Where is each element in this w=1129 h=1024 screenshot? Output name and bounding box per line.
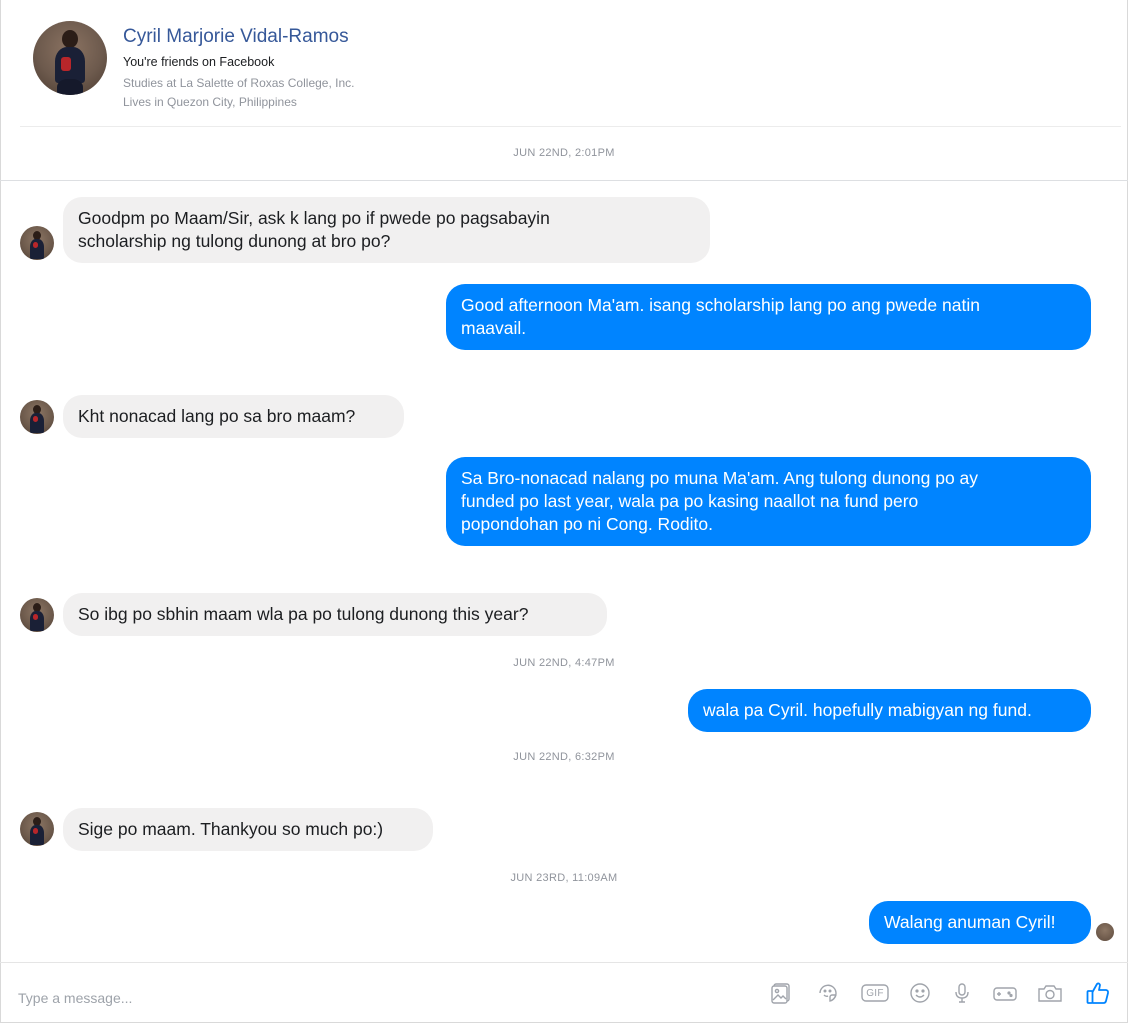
message-bubble-incoming[interactable]: Sige po maam. Thankyou so much po:) <box>63 808 433 851</box>
profile-avatar[interactable] <box>33 21 107 95</box>
timestamp: JUN 23RD, 11:09AM <box>510 872 618 884</box>
timestamp: JUN 22ND, 2:01PM <box>513 147 615 159</box>
photo-icon[interactable] <box>766 978 796 1008</box>
timestamp: JUN 22ND, 4:47PM <box>513 657 615 669</box>
contact-avatar[interactable] <box>20 400 54 434</box>
seen-avatar <box>1096 923 1114 941</box>
profile-header: Cyril Marjorie Vidal-Ramos You're friend… <box>20 0 1121 127</box>
contact-avatar[interactable] <box>20 226 54 260</box>
emoji-icon[interactable] <box>905 978 935 1008</box>
gif-label: GIF <box>866 987 884 999</box>
message-bubble-outgoing[interactable]: Sa Bro-nonacad nalang po muna Ma'am. Ang… <box>446 457 1091 546</box>
message-input[interactable] <box>18 987 618 1009</box>
message-bubble-outgoing[interactable]: Walang anuman Cyril! <box>869 901 1091 944</box>
timestamp: JUN 22ND, 6:32PM <box>513 751 615 763</box>
message-bubble-incoming[interactable]: Goodpm po Maam/Sir, ask k lang po if pwe… <box>63 197 710 263</box>
contact-name[interactable]: Cyril Marjorie Vidal-Ramos <box>123 26 349 48</box>
sticker-icon[interactable] <box>813 978 843 1008</box>
game-icon[interactable] <box>990 978 1020 1008</box>
divider <box>0 180 1128 181</box>
like-icon[interactable] <box>1083 978 1113 1008</box>
message-bubble-outgoing[interactable]: Good afternoon Ma'am. isang scholarship … <box>446 284 1091 350</box>
studies-info: Studies at La Salette of Roxas College, … <box>123 76 355 90</box>
message-bubble-incoming[interactable]: So ibg po sbhin maam wla pa po tulong du… <box>63 593 607 636</box>
contact-avatar[interactable] <box>20 812 54 846</box>
message-composer: GIF <box>0 962 1128 1023</box>
gif-icon[interactable]: GIF <box>860 978 890 1008</box>
message-bubble-outgoing[interactable]: wala pa Cyril. hopefully mabigyan ng fun… <box>688 689 1091 732</box>
message-bubble-incoming[interactable]: Kht nonacad lang po sa bro maam? <box>63 395 404 438</box>
camera-icon[interactable] <box>1035 978 1065 1008</box>
friend-status: You're friends on Facebook <box>123 55 275 69</box>
microphone-icon[interactable] <box>947 978 977 1008</box>
location-info: Lives in Quezon City, Philippines <box>123 95 297 109</box>
contact-avatar[interactable] <box>20 598 54 632</box>
